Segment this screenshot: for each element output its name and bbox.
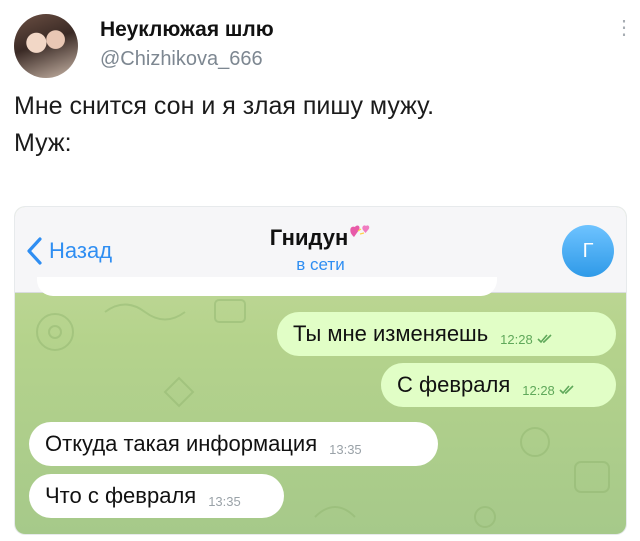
user-handle[interactable]: @Chizhikova_666 [100,48,263,71]
message-bubble-outgoing[interactable]: Ты мне изменяешь 12:28 [277,312,616,356]
user-avatar[interactable] [14,14,78,78]
double-check-icon [537,334,552,344]
message-time: 12:28 [500,331,533,347]
message-bubble-incoming[interactable]: Что с февраля 13:35 [29,474,284,518]
previous-message-bubble-edge [37,277,497,296]
tweet-text-line: Мне снится сон и я злая пишу мужу. [14,92,435,120]
message-time: 12:28 [522,382,555,398]
heart-icon [350,225,370,237]
chat-screenshot: Назад Гнидун в сети Г Ты мне изменяешь 1… [15,207,626,534]
tweet-text-line: Муж: [14,129,72,157]
message-text: Откуда такая информация [45,431,318,456]
message-text: Что с февраля [45,483,197,508]
display-name[interactable]: Неуклюжая шлю [100,18,274,42]
message-time: 13:35 [329,441,362,457]
contact-avatar[interactable]: Г [562,225,614,277]
message-text: Ты мне изменяешь [293,321,489,346]
double-check-icon [559,385,574,395]
chat-status: в сети [296,255,345,274]
message-time: 13:35 [208,493,241,509]
more-vertical-icon[interactable]: ⋮ [614,18,634,48]
tweet-header: Неуклюжая шлю @Chizhikova_666 ⋮ [14,10,634,80]
message-text: С февраля [397,372,511,397]
tweet-text: Мне снится сон и я злая пишу мужу. Муж: [14,88,614,162]
chat-title[interactable]: Гнидун [15,225,626,251]
contact-name: Гнидун [269,225,349,250]
message-bubble-outgoing[interactable]: С февраля 12:28 [381,363,616,407]
message-bubble-incoming[interactable]: Откуда такая информация 13:35 [29,422,438,466]
